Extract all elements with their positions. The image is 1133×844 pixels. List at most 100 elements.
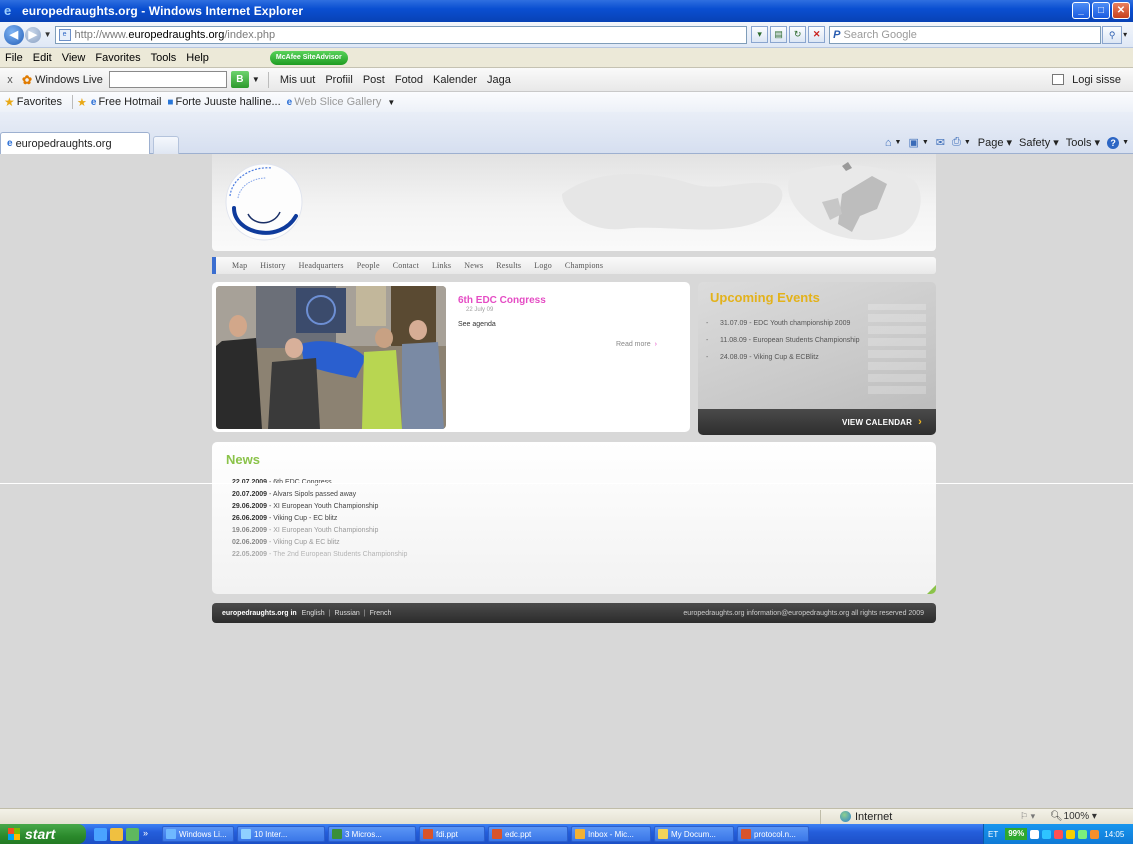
menu-view[interactable]: View [57, 52, 91, 64]
search-icon[interactable]: ⚲ [1102, 25, 1123, 44]
view-calendar-button[interactable]: VIEW CALENDAR › [842, 416, 922, 428]
desktop-quicklaunch-icon[interactable] [126, 827, 139, 841]
nav-contact[interactable]: Contact [393, 261, 419, 270]
tray-volume-icon[interactable] [1090, 829, 1100, 839]
sign-in-button[interactable]: Logi sisse [1052, 74, 1121, 86]
stop-icon[interactable]: ✕ [808, 26, 826, 43]
task-windows-live[interactable]: Windows Li... [162, 826, 234, 842]
nav-map[interactable]: Map [232, 261, 247, 270]
start-button[interactable]: start [0, 824, 86, 844]
event-item[interactable]: - 31.07.09 - EDC Youth championship 2009 [706, 315, 860, 332]
nav-people[interactable]: People [357, 261, 380, 270]
tray-messenger-icon[interactable] [1066, 829, 1076, 839]
protected-mode-icon[interactable]: ⚐ ▾ [1020, 811, 1035, 822]
news-item[interactable]: 19.06.2009 - XI European Youth Champions… [232, 525, 407, 537]
minimize-button[interactable]: _ [1072, 2, 1090, 19]
fav-link-web-slice-gallery[interactable]: e Web Slice Gallery [287, 96, 382, 108]
add-to-favorites-icon[interactable]: ★ [77, 96, 87, 109]
news-item[interactable]: 20.07.2009 - Alvars Sipols passed away [232, 489, 407, 501]
refresh-icon[interactable]: ↻ [789, 26, 807, 43]
print-dropdown-icon[interactable]: ▼ [964, 139, 971, 146]
close-button[interactable]: ✕ [1112, 2, 1130, 19]
windows-live-search-input[interactable] [108, 71, 227, 88]
feeds-dropdown-icon[interactable]: ▼ [922, 139, 929, 146]
news-item[interactable]: 22.05.2009 - The 2nd European Students C… [232, 549, 407, 561]
back-button[interactable]: ◀ [4, 24, 24, 45]
zoom-control[interactable]: 🔍︎ 100% ▾ [1050, 811, 1097, 822]
feeds-icon[interactable]: ▣ [908, 136, 918, 149]
task-inbox[interactable]: Inbox - Mic... [571, 826, 651, 842]
tray-network-icon[interactable] [1030, 829, 1040, 839]
compatibility-view-icon[interactable]: ▤ [770, 26, 788, 43]
news-item[interactable]: 29.06.2009 - XI European Youth Champions… [232, 501, 407, 513]
footer-lang-french[interactable]: French [370, 610, 392, 617]
menu-tools[interactable]: Tools [146, 52, 182, 64]
mcafee-siteadvisor-button[interactable]: McAfee SiteAdvisor [269, 50, 348, 65]
fav-link-forte[interactable]: ■ Forte Juuste halline... [167, 96, 280, 108]
page-menu[interactable]: Page ▾ [978, 136, 1012, 149]
event-item[interactable]: - 11.08.09 - European Students Championsh… [706, 332, 860, 349]
recent-pages-dropdown-icon[interactable]: ▼ [44, 30, 52, 39]
live-link-jaga[interactable]: Jaga [482, 74, 516, 86]
tab-europedraughts[interactable]: e europedraughts.org [0, 132, 150, 154]
windows-live-search-button[interactable]: B [230, 71, 249, 88]
ie-quicklaunch-icon[interactable] [94, 827, 107, 841]
address-input[interactable]: e http://www. europedraughts.org/index.ph… [54, 25, 748, 44]
live-link-profiil[interactable]: Profiil [320, 74, 358, 86]
live-link-mis-uut[interactable]: Mis uut [275, 74, 320, 86]
favorites-button[interactable]: Favorites [17, 96, 62, 108]
forward-button[interactable]: ▶ [24, 26, 41, 43]
print-icon[interactable]: ⎙ [952, 136, 961, 149]
nav-logo[interactable]: Logo [534, 261, 552, 270]
tray-security-icon[interactable] [1054, 829, 1064, 839]
fav-link-free-hotmail[interactable]: e Free Hotmail [91, 96, 162, 108]
task-fdi-ppt[interactable]: fdi.ppt [419, 826, 485, 842]
home-icon[interactable]: ⌂ [885, 137, 892, 149]
quicklaunch-more-icon[interactable]: » [143, 828, 156, 841]
windows-live-search-dropdown-icon[interactable]: ▼ [252, 75, 260, 84]
event-item[interactable]: - 24.08.09 - Viking Cup & ECBlitz [706, 349, 860, 366]
nav-links[interactable]: Links [432, 261, 451, 270]
search-input[interactable]: P Search Google [829, 25, 1102, 44]
feature-title[interactable]: 6th EDC Congress [458, 295, 546, 306]
nav-champions[interactable]: Champions [565, 261, 603, 270]
live-link-fotod[interactable]: Fotod [390, 74, 428, 86]
nav-history[interactable]: History [260, 261, 285, 270]
security-zone[interactable]: Internet [840, 811, 892, 823]
menu-favorites[interactable]: Favorites [90, 52, 145, 64]
tray-update-icon[interactable] [1078, 829, 1088, 839]
folder-quicklaunch-icon[interactable] [110, 827, 123, 841]
language-indicator[interactable]: ET [988, 830, 998, 839]
nav-headquarters[interactable]: Headquarters [299, 261, 344, 270]
live-link-kalender[interactable]: Kalender [428, 74, 482, 86]
help-dropdown-icon[interactable]: ▼ [1122, 139, 1129, 146]
menu-help[interactable]: Help [181, 52, 214, 64]
tray-app-icon[interactable] [1042, 829, 1052, 839]
maximize-button[interactable]: □ [1092, 2, 1110, 19]
news-item[interactable]: 02.06.2009 - Viking Cup & EC blitz [232, 537, 407, 549]
tools-menu[interactable]: Tools ▾ [1066, 136, 1100, 149]
footer-lang-russian[interactable]: Russian [334, 610, 359, 617]
web-slice-dropdown-icon[interactable]: ▼ [387, 98, 395, 107]
toolbar-close-icon[interactable]: x [2, 74, 18, 86]
menu-file[interactable]: File [0, 52, 28, 64]
windows-live-label[interactable]: Windows Live [35, 74, 103, 86]
search-options-dropdown-icon[interactable]: ▾ [1123, 30, 1133, 39]
news-item[interactable]: 26.06.2009 - Viking Cup - EC blitz [232, 513, 407, 525]
task-internet-explorer[interactable]: 10 Inter... [237, 826, 325, 842]
nav-results[interactable]: Results [496, 261, 521, 270]
nav-news[interactable]: News [464, 261, 483, 270]
home-dropdown-icon[interactable]: ▼ [895, 139, 902, 146]
address-dropdown-icon[interactable]: ▾ [751, 26, 769, 43]
task-microsoft[interactable]: 3 Micros... [328, 826, 416, 842]
battery-indicator[interactable]: 99% [1005, 828, 1028, 840]
read-more-link[interactable]: Read more › [616, 341, 657, 348]
footer-lang-english[interactable]: English [302, 610, 325, 617]
task-my-documents[interactable]: My Docum... [654, 826, 734, 842]
safety-menu[interactable]: Safety ▾ [1019, 136, 1059, 149]
help-icon[interactable]: ? [1107, 136, 1120, 149]
congress-photo[interactable] [216, 286, 446, 429]
menu-edit[interactable]: Edit [28, 52, 57, 64]
window-titlebar[interactable]: e europedraughts.org - Windows Internet … [0, 0, 1133, 22]
task-protocol[interactable]: protocol.n... [737, 826, 809, 842]
